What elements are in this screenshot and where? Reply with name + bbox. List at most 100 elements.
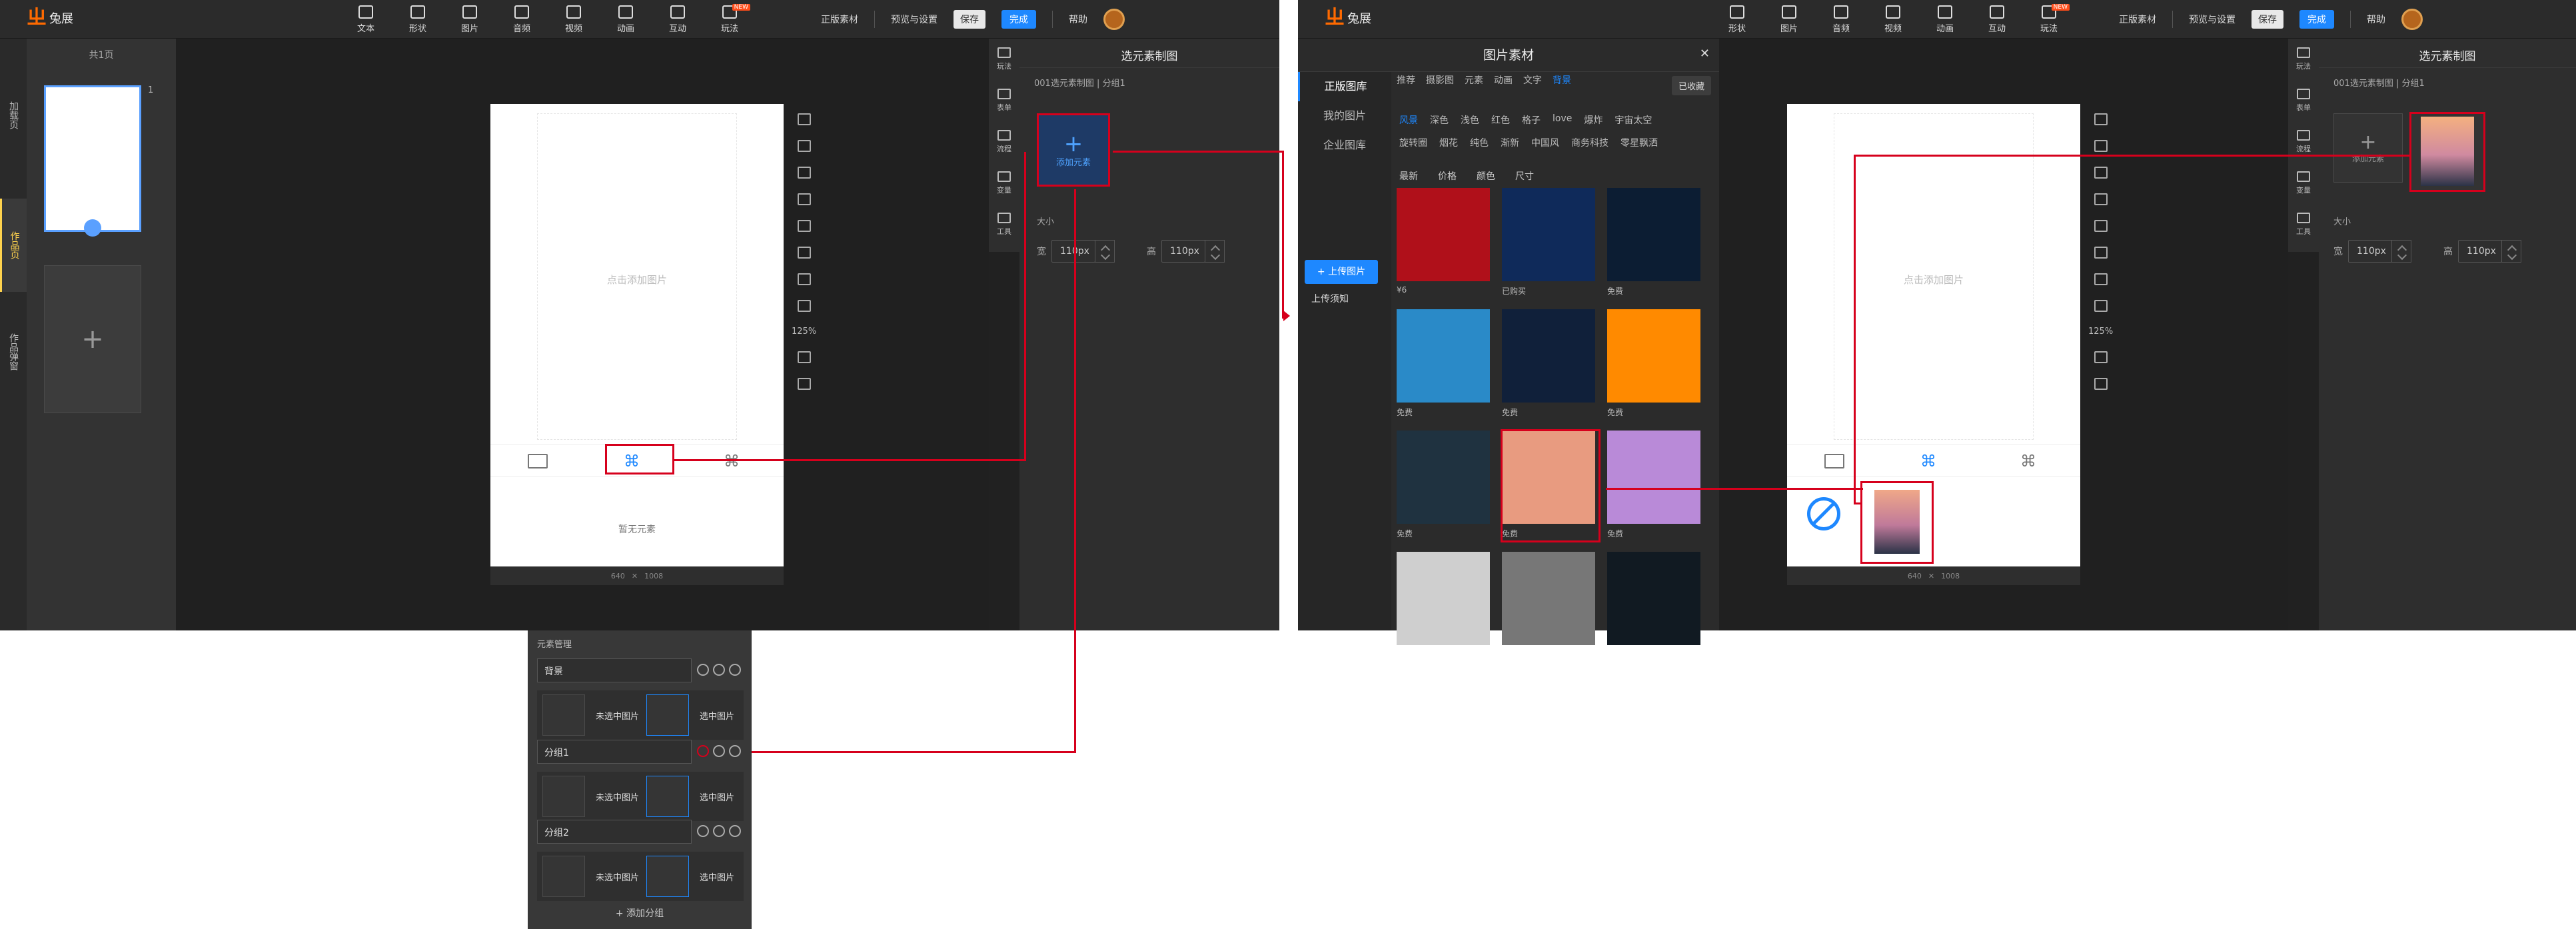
tool-text[interactable]: 文本	[340, 3, 392, 36]
filter-size[interactable]: 尺寸	[1515, 169, 1534, 183]
save-button[interactable]: 保存	[2252, 10, 2283, 29]
tool-audio[interactable]: 音频	[1815, 3, 1867, 36]
magnet-icon[interactable]	[797, 247, 811, 259]
grid-icon[interactable]	[797, 273, 811, 285]
height-value[interactable]: 1008	[644, 572, 663, 580]
tag[interactable]: 旋转圈	[1399, 136, 1427, 149]
tag[interactable]: 风景	[1399, 113, 1418, 127]
cat-animation[interactable]: 动画	[1494, 73, 1513, 87]
side-item-tools[interactable]: 工具	[2288, 204, 2319, 245]
height-input[interactable]: 110px	[2458, 240, 2502, 263]
cat-text[interactable]: 文字	[1523, 73, 1542, 87]
group-1-icon[interactable]: ⌘	[1920, 453, 1940, 470]
tag[interactable]: 零星飘洒	[1620, 136, 1658, 149]
help-link[interactable]: 帮助	[1069, 13, 1087, 26]
image-item[interactable]	[1397, 309, 1490, 403]
image-placeholder[interactable]: 点击添加图片	[1834, 113, 2034, 440]
unselected-image-slot[interactable]	[542, 776, 585, 817]
add-icon[interactable]	[697, 664, 709, 676]
image-item[interactable]	[1397, 188, 1490, 281]
zoom-level[interactable]: 125%	[792, 327, 816, 337]
group-name-input[interactable]: 分组1	[537, 740, 692, 764]
image-item[interactable]	[1502, 552, 1595, 645]
add-element-button[interactable]: + 添加元素	[1037, 113, 1110, 187]
image-item[interactable]	[1607, 552, 1700, 645]
unselected-image-slot[interactable]	[542, 694, 585, 736]
width-input[interactable]: 110px	[1051, 240, 1095, 263]
screen-icon[interactable]	[797, 351, 811, 363]
help-link[interactable]: 帮助	[2367, 13, 2385, 26]
favorites-button[interactable]: 已收藏	[1671, 76, 1711, 95]
selected-image-slot[interactable]	[646, 694, 689, 736]
help-icon[interactable]	[713, 664, 725, 676]
tag[interactable]: 商务科技	[1571, 136, 1609, 149]
tag[interactable]: 宇宙太空	[1614, 113, 1652, 127]
tool-animation[interactable]: 动画	[1919, 3, 1971, 36]
filter-color[interactable]: 颜色	[1477, 169, 1495, 183]
tag[interactable]: 渐新	[1501, 136, 1519, 149]
grid-icon[interactable]	[2094, 273, 2108, 285]
tab-loading-page[interactable]: 加载页	[0, 72, 27, 159]
group-2-icon[interactable]: ⌘	[2020, 453, 2040, 470]
tag[interactable]: 格子	[1522, 113, 1541, 127]
nav-enterprise[interactable]: 企业图库	[1298, 131, 1391, 160]
done-button[interactable]: 完成	[2299, 10, 2334, 29]
preview-settings-link[interactable]: 预览与设置	[891, 13, 938, 26]
tool-video[interactable]: 视频	[1867, 3, 1919, 36]
undo-icon[interactable]	[2094, 113, 2108, 125]
phone-canvas[interactable]: 点击添加图片 ⌘ ⌘ 暂无元素	[490, 104, 784, 585]
group-name-input[interactable]: 背景	[537, 658, 692, 682]
image-item[interactable]	[1607, 309, 1700, 403]
image-placeholder[interactable]: 点击添加图片	[537, 113, 737, 440]
tab-work-popup[interactable]: 作品弹窗	[0, 299, 27, 405]
width-input[interactable]: 110px	[2348, 240, 2392, 263]
reset-icon[interactable]	[2094, 378, 2108, 390]
image-item[interactable]	[1397, 431, 1490, 524]
play-icon[interactable]	[2094, 193, 2108, 205]
eye-icon[interactable]	[729, 664, 741, 676]
side-item-tools[interactable]: 工具	[989, 204, 1019, 245]
height-stepper[interactable]	[2501, 240, 2521, 263]
height-stepper[interactable]	[1205, 240, 1225, 263]
image-group-icon[interactable]	[528, 454, 548, 468]
add-group-button[interactable]: + 添加分组	[528, 906, 752, 920]
width-stepper[interactable]	[2391, 240, 2411, 263]
genuine-assets-link[interactable]: 正版素材	[821, 13, 858, 26]
tag[interactable]: 爆炸	[1584, 113, 1603, 127]
side-item-form[interactable]: 表单	[989, 80, 1019, 121]
image-item[interactable]	[1397, 552, 1490, 645]
upload-image-button[interactable]: + 上传图片	[1305, 260, 1378, 284]
new-element-image[interactable]	[2421, 117, 2474, 186]
reset-icon[interactable]	[797, 378, 811, 390]
image-item[interactable]	[1502, 309, 1595, 403]
image-group-icon[interactable]	[1824, 454, 1844, 468]
side-item-form[interactable]: 表单	[2288, 80, 2319, 121]
code-icon[interactable]	[797, 300, 811, 312]
magnet-icon[interactable]	[2094, 247, 2108, 259]
trash-icon[interactable]	[729, 825, 741, 837]
close-icon[interactable]: ✕	[1700, 47, 1710, 61]
list-icon[interactable]	[713, 825, 725, 837]
tool-animation[interactable]: 动画	[600, 3, 652, 36]
tag[interactable]: 浅色	[1461, 113, 1479, 127]
add-icon[interactable]	[697, 825, 709, 837]
undo-icon[interactable]	[797, 113, 811, 125]
list-icon[interactable]	[713, 745, 725, 757]
group-2-icon[interactable]: ⌘	[724, 453, 744, 470]
zoom-level[interactable]: 125%	[2088, 327, 2113, 337]
tool-image[interactable]: 图片	[444, 3, 496, 36]
redo-icon[interactable]	[2094, 140, 2108, 152]
tab-work-page[interactable]: 作品页	[0, 199, 27, 292]
image-item[interactable]	[1607, 431, 1700, 524]
redo-icon[interactable]	[797, 140, 811, 152]
avatar[interactable]	[1103, 9, 1125, 30]
side-item-variable[interactable]: 变量	[2288, 163, 2319, 204]
done-button[interactable]: 完成	[1001, 10, 1036, 29]
height-value[interactable]: 1008	[1941, 572, 1960, 580]
play-icon[interactable]	[797, 193, 811, 205]
tag[interactable]: 中国风	[1531, 136, 1559, 149]
cat-element[interactable]: 元素	[1465, 73, 1483, 87]
tool-play[interactable]: 玩法 NEW	[704, 3, 756, 36]
width-value[interactable]: 640	[1908, 572, 1922, 580]
tag[interactable]: 红色	[1491, 113, 1510, 127]
